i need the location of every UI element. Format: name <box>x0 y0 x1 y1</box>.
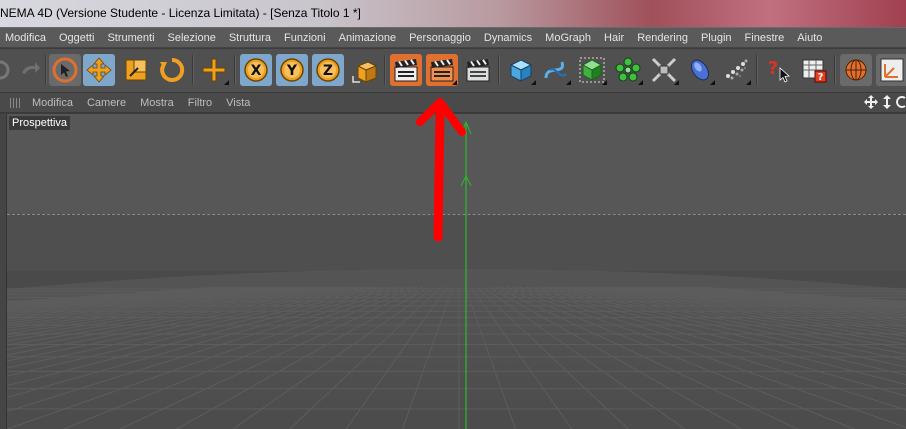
toolbar-separator <box>834 55 836 85</box>
submenu-indicator <box>638 80 643 85</box>
nurbs-button[interactable] <box>576 54 608 86</box>
toolbar-separator <box>498 55 500 85</box>
undo-icon <box>0 60 10 80</box>
menu-aiuto[interactable]: Aiuto <box>797 32 822 44</box>
viewport-menu-camere[interactable]: Camere <box>87 97 126 109</box>
menu-animazione[interactable]: Animazione <box>339 32 396 44</box>
move-tool-button[interactable] <box>198 54 230 86</box>
move-icon <box>86 57 112 83</box>
submenu-indicator <box>566 80 571 85</box>
render-view-button[interactable] <box>390 54 422 86</box>
main-toolbar: X Y Z ? ? <box>0 49 906 93</box>
menu-strumenti[interactable]: Strumenti <box>107 32 154 44</box>
cube-button[interactable] <box>505 54 537 86</box>
svg-text:Z: Z <box>323 63 333 79</box>
red-arrow-annotation <box>416 98 466 242</box>
viewport-menu-mostra[interactable]: Mostra <box>140 97 174 109</box>
render-tag-button[interactable]: ? <box>798 54 830 86</box>
render-view-icon <box>394 59 418 82</box>
layout-icon <box>880 58 904 82</box>
scale-button[interactable] <box>120 54 152 86</box>
web-icon <box>845 59 867 81</box>
rotate-button[interactable] <box>156 54 188 86</box>
viewport-menu-vista[interactable]: Vista <box>226 97 250 109</box>
layout-button[interactable] <box>876 54 906 86</box>
menu-mograph[interactable]: MoGraph <box>545 32 591 44</box>
dolly-icon[interactable] <box>881 95 893 109</box>
menu-dynamics[interactable]: Dynamics <box>484 32 532 44</box>
move-button[interactable] <box>83 54 115 86</box>
submenu-indicator <box>452 80 457 85</box>
submenu-indicator <box>224 80 229 85</box>
menu-oggetti[interactable]: Oggetti <box>59 32 94 44</box>
coordinate-system-button[interactable] <box>348 54 380 86</box>
menu-bar: Modifica Oggetti Strumenti Selezione Str… <box>0 28 906 48</box>
z-axis-button[interactable]: Z <box>312 54 344 86</box>
menu-modifica[interactable]: Modifica <box>5 32 46 44</box>
svg-text:?: ? <box>818 72 824 83</box>
window-title: NEMA 4D (Versione Studente - Licenza Lim… <box>0 6 361 20</box>
array-button[interactable] <box>612 54 644 86</box>
svg-text:?: ? <box>768 58 778 79</box>
toolbar-separator <box>192 55 194 85</box>
viewport-nav-icons <box>864 95 906 109</box>
render-settings-button[interactable] <box>462 54 494 86</box>
coordinate-system-icon <box>352 61 378 83</box>
orbit-icon[interactable] <box>896 95 906 109</box>
live-selection-icon <box>52 57 78 83</box>
toolbar-separator <box>756 55 758 85</box>
svg-text:X: X <box>251 63 262 79</box>
menu-struttura[interactable]: Struttura <box>229 32 271 44</box>
spline-button[interactable] <box>540 54 572 86</box>
menu-funzioni[interactable]: Funzioni <box>284 32 326 44</box>
z-axis-icon: Z <box>316 58 340 82</box>
x-axis-icon: X <box>244 58 268 82</box>
scale-icon <box>125 59 147 81</box>
web-button[interactable] <box>840 54 872 86</box>
render-tag-icon: ? <box>802 59 827 83</box>
submenu-indicator <box>746 80 751 85</box>
render-picture-viewer-button[interactable] <box>426 54 458 86</box>
x-axis-button[interactable]: X <box>240 54 272 86</box>
render-settings-icon <box>466 59 490 82</box>
toolbar-separator <box>45 55 47 85</box>
svg-text:Y: Y <box>286 63 298 79</box>
submenu-indicator <box>674 80 679 85</box>
y-axis-icon: Y <box>280 58 304 82</box>
help-icon: ? <box>768 58 790 83</box>
title-bar: NEMA 4D (Versione Studente - Licenza Lim… <box>0 0 906 28</box>
help-button[interactable]: ? <box>762 54 794 86</box>
viewport-label: Prospettiva <box>9 116 71 130</box>
panel-grip-icon[interactable] <box>10 97 22 108</box>
viewport-menu-modifica[interactable]: Modifica <box>32 97 73 109</box>
menu-personaggio[interactable]: Personaggio <box>409 32 471 44</box>
menu-finestre[interactable]: Finestre <box>745 32 785 44</box>
left-panel-edge <box>0 114 7 429</box>
toolbar-separator <box>234 55 236 85</box>
menu-rendering[interactable]: Rendering <box>637 32 688 44</box>
particles-button[interactable] <box>720 54 752 86</box>
submenu-indicator <box>710 80 715 85</box>
pan-icon[interactable] <box>864 95 878 109</box>
submenu-indicator <box>531 80 536 85</box>
menu-selezione[interactable]: Selezione <box>168 32 216 44</box>
rotate-icon <box>160 57 185 82</box>
deformer-button[interactable] <box>648 54 680 86</box>
toolbar-separator <box>384 55 386 85</box>
redo-button[interactable] <box>14 54 46 86</box>
submenu-indicator <box>602 80 607 85</box>
redo-icon <box>22 62 40 74</box>
live-selection-button[interactable] <box>49 54 81 86</box>
y-axis-button[interactable]: Y <box>276 54 308 86</box>
menu-hair[interactable]: Hair <box>604 32 624 44</box>
viewport-menu-filtro[interactable]: Filtro <box>188 97 212 109</box>
menu-plugin[interactable]: Plugin <box>701 32 732 44</box>
environment-button[interactable] <box>684 54 716 86</box>
